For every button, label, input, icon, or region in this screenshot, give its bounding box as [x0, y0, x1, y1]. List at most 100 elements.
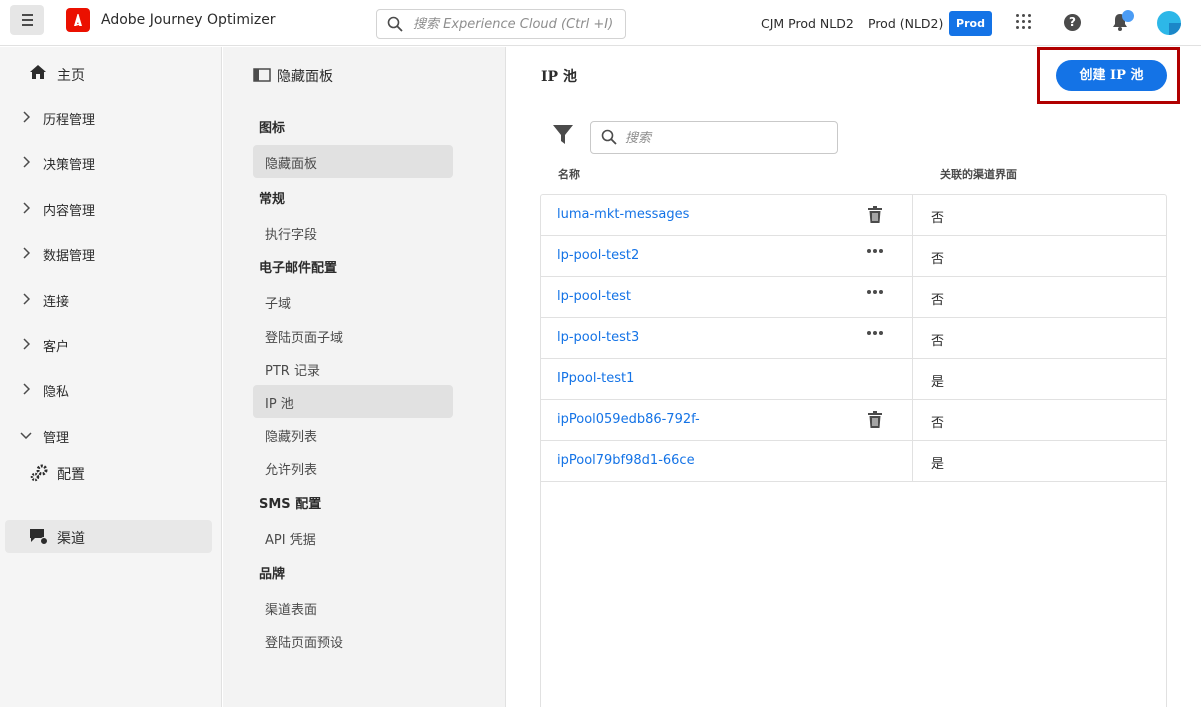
menu-item-hide-panel[interactable]: 隐藏面板: [253, 145, 453, 178]
gear-icon: [30, 464, 48, 482]
more-actions-icon[interactable]: [867, 290, 885, 296]
menu-item-label: 执行字段: [265, 228, 318, 243]
global-search[interactable]: [376, 9, 626, 39]
home-icon: [30, 65, 46, 79]
column-divider: [912, 318, 913, 359]
nav-privacy[interactable]: 隐私: [0, 373, 222, 405]
create-ip-pool-button[interactable]: 创建 IP 池: [1056, 60, 1167, 91]
associated-value: 否: [931, 416, 945, 431]
table-row[interactable]: lp-pool-test 否: [541, 277, 1166, 318]
associated-value: 否: [931, 252, 945, 267]
channel-settings-panel: 隐藏面板 图标 隐藏面板 常规 执行字段 电子邮件配置 子域 登陆页面子域 PT…: [223, 47, 506, 707]
nav-data-management[interactable]: 数据管理: [0, 237, 222, 269]
menu-item-label: 允许列表: [265, 463, 318, 478]
column-header-name[interactable]: 名称: [558, 166, 580, 182]
menu-item-label: 隐藏面板: [265, 157, 318, 172]
panel-icon: [253, 68, 271, 82]
table-row[interactable]: luma-mkt-messages 否: [541, 195, 1166, 236]
section-icons: 图标: [259, 121, 286, 136]
top-bar: Adobe Journey Optimizer CJM Prod NLD2 Pr…: [0, 0, 1201, 46]
chevron-right-icon: [23, 293, 30, 305]
menu-item-subdomain[interactable]: 子域: [253, 285, 453, 318]
menu-item-exec-fields[interactable]: 执行字段: [253, 216, 453, 249]
associated-value: 是: [931, 375, 945, 390]
nav-connections[interactable]: 连接: [0, 283, 222, 315]
chevron-right-icon: [23, 338, 30, 350]
menu-item-landing-presets[interactable]: 登陆页面预设: [253, 624, 453, 657]
table-row[interactable]: ipPool059edb86-792f- 否: [541, 400, 1166, 441]
org-switcher[interactable]: CJM Prod NLD2: [761, 16, 854, 31]
app-title: Adobe Journey Optimizer: [101, 12, 276, 28]
page-title: IP 池: [541, 69, 577, 85]
menu-item-allow-list[interactable]: 允许列表: [253, 451, 453, 484]
column-divider: [912, 277, 913, 318]
menu-item-api-credentials[interactable]: API 凭据: [253, 521, 453, 554]
ip-pool-link[interactable]: luma-mkt-messages: [557, 207, 689, 222]
trash-icon[interactable]: [867, 411, 883, 429]
nav-decision-management[interactable]: 决策管理: [0, 146, 222, 178]
nav-item-label: 数据管理: [43, 249, 96, 264]
nav-journey-management[interactable]: 历程管理: [0, 101, 222, 133]
nav-customers[interactable]: 客户: [0, 328, 222, 360]
notification-dot: [1122, 10, 1134, 22]
column-header-associated[interactable]: 关联的渠道界面: [940, 166, 1017, 182]
nav-item-label: 历程管理: [43, 113, 96, 128]
section-brand: 品牌: [259, 567, 286, 582]
sandbox-switcher[interactable]: Prod (NLD2): [868, 16, 943, 31]
filter-icon[interactable]: [552, 124, 574, 146]
ip-pool-link[interactable]: lp-pool-test: [557, 289, 631, 304]
avatar[interactable]: [1157, 11, 1181, 35]
nav-home[interactable]: 主页: [0, 57, 222, 89]
menu-item-ptr-records[interactable]: PTR 记录: [253, 352, 453, 385]
nav-item-label: 连接: [43, 295, 70, 310]
more-actions-icon[interactable]: [867, 249, 885, 255]
menu-item-label: 隐藏列表: [265, 430, 318, 445]
associated-value: 否: [931, 293, 945, 308]
menu-item-label: 子域: [265, 297, 292, 312]
more-actions-icon[interactable]: [867, 331, 885, 337]
menu-item-channel-surfaces[interactable]: 渠道表面: [253, 591, 453, 624]
chevron-down-icon: [20, 432, 32, 439]
table-search-input[interactable]: [625, 129, 825, 147]
apps-grid-icon[interactable]: [1016, 14, 1032, 30]
menu-item-ip-pools[interactable]: IP 池: [253, 385, 453, 418]
help-icon[interactable]: ?: [1064, 14, 1081, 31]
ip-pool-link[interactable]: ipPool79bf98d1-66ce: [557, 453, 695, 468]
table-row[interactable]: lp-pool-test3 否: [541, 318, 1166, 359]
column-divider: [912, 195, 913, 236]
left-nav: 主页 历程管理 决策管理 内容管理 数据管理 连接 客户 隐私 管理 配置 渠道: [0, 47, 222, 707]
global-search-input[interactable]: [413, 15, 618, 33]
section-general: 常规: [259, 192, 286, 207]
menu-item-label: API 凭据: [265, 533, 316, 548]
section-email: 电子邮件配置: [259, 261, 338, 276]
ip-pool-link[interactable]: IPpool-test1: [557, 371, 634, 386]
ip-pool-link[interactable]: lp-pool-test3: [557, 330, 639, 345]
table-row[interactable]: lp-pool-test2 否: [541, 236, 1166, 277]
nav-item-label: 客户: [43, 340, 70, 355]
search-icon: [387, 16, 403, 32]
trash-icon[interactable]: [867, 206, 883, 224]
menu-item-suppression-list[interactable]: 隐藏列表: [253, 418, 453, 451]
nav-configuration[interactable]: 配置: [0, 456, 222, 488]
hide-panel-label: 隐藏面板: [277, 69, 333, 85]
nav-content-management[interactable]: 内容管理: [0, 192, 222, 224]
nav-channels[interactable]: 渠道: [5, 520, 212, 553]
chevron-right-icon: [23, 202, 30, 214]
ip-pool-link[interactable]: ipPool059edb86-792f-: [557, 412, 700, 427]
ip-pool-table: luma-mkt-messages 否 lp-pool-test2 否 lp-p…: [540, 194, 1167, 707]
menu-item-landing-subdomain[interactable]: 登陆页面子域: [253, 319, 453, 352]
table-row[interactable]: ipPool79bf98d1-66ce 是: [541, 441, 1166, 482]
env-badge: Prod: [949, 11, 992, 36]
table-search[interactable]: [590, 121, 838, 154]
adobe-logo-icon: [66, 8, 90, 32]
nav-administration[interactable]: 管理: [0, 419, 222, 451]
menu-item-label: PTR 记录: [265, 364, 320, 379]
hamburger-menu-button[interactable]: [10, 5, 44, 35]
associated-value: 否: [931, 211, 945, 226]
nav-item-label: 管理: [43, 431, 70, 446]
ip-pool-link[interactable]: lp-pool-test2: [557, 248, 639, 263]
main-content: IP 池 创建 IP 池 名称 关联的渠道界面 luma-mkt-message…: [507, 47, 1201, 707]
nav-item-label: 隐私: [43, 385, 70, 400]
menu-item-label: 登陆页面子域: [265, 331, 344, 346]
table-row[interactable]: IPpool-test1 是: [541, 359, 1166, 400]
